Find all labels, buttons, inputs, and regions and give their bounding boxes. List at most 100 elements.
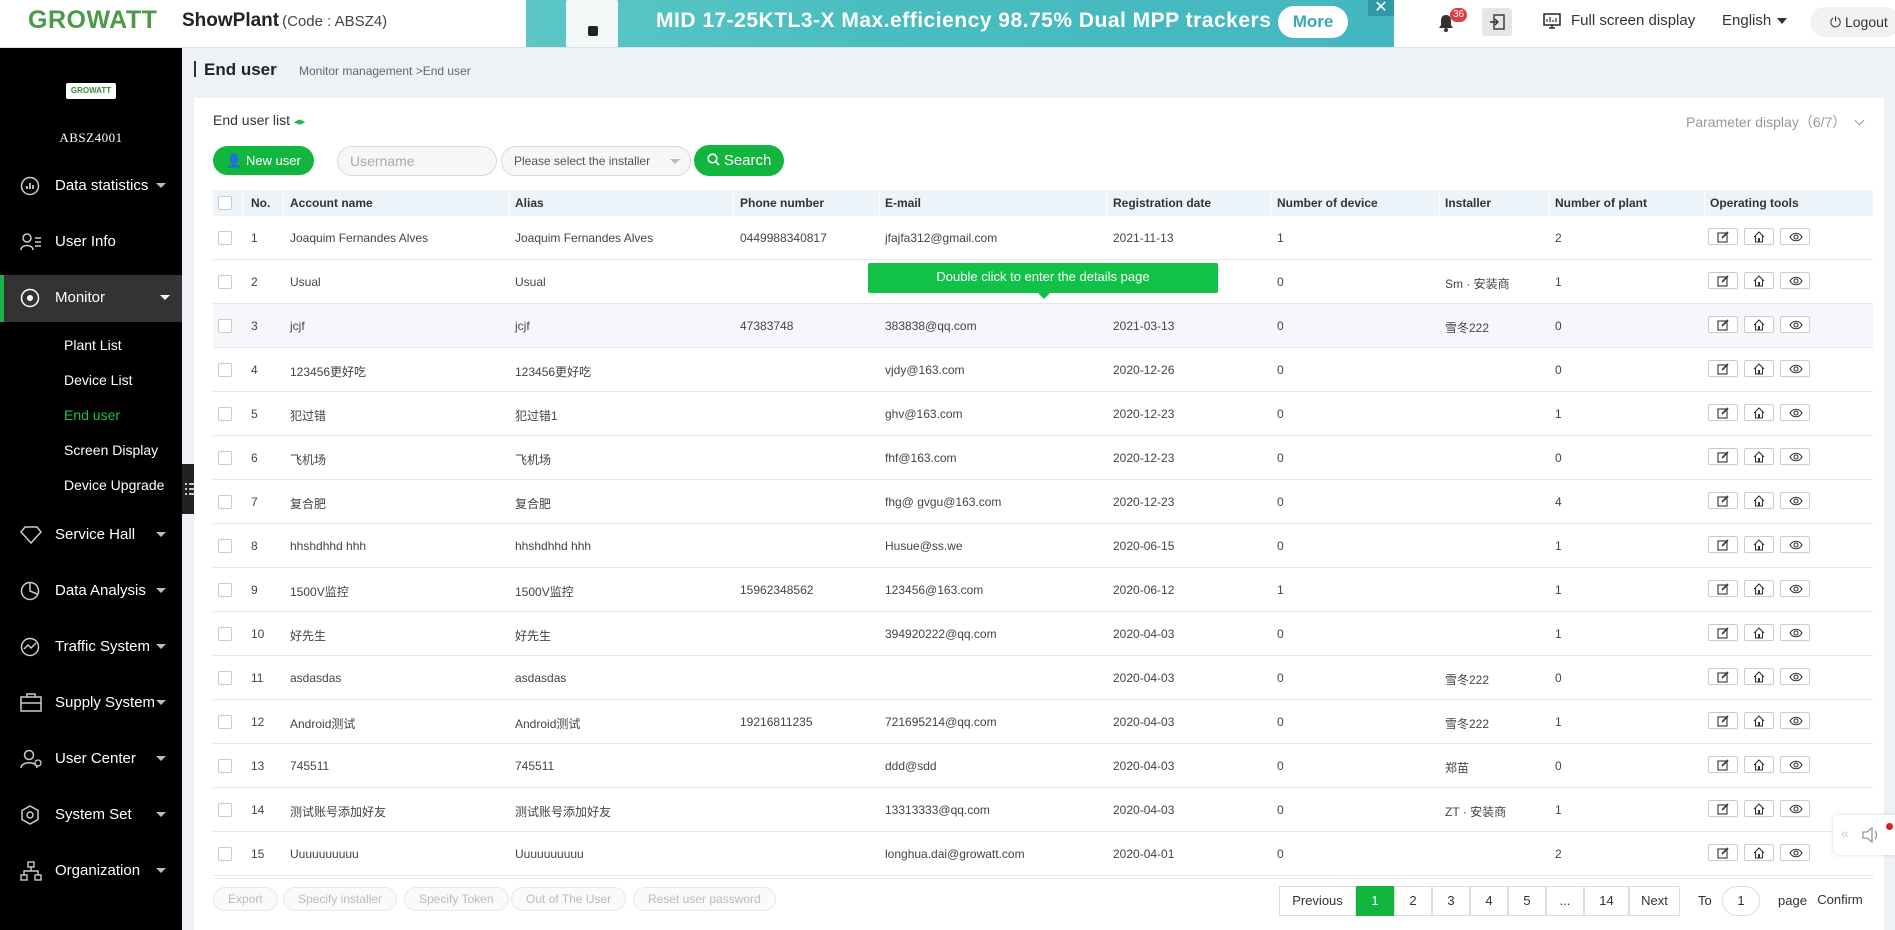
edit-button[interactable] — [1708, 800, 1738, 817]
table-row[interactable]: 6 飞机场 飞机场 fhf@163.com 2020-12-23 0 0 — [213, 436, 1873, 480]
view-button[interactable] — [1780, 712, 1810, 729]
search-button[interactable]: Search — [694, 145, 784, 176]
sidebar-item-user-center[interactable]: User Center — [0, 736, 182, 782]
table-row[interactable]: 4 123456更好吃 123456更好吃 vjdy@163.com 2020-… — [213, 348, 1873, 392]
sidebar-item-data-statistics[interactable]: Data statistics — [0, 163, 182, 209]
view-button[interactable] — [1780, 668, 1810, 685]
exit-button[interactable] — [1482, 8, 1512, 36]
language-select[interactable]: English — [1722, 12, 1788, 29]
row-checkbox[interactable] — [218, 583, 232, 597]
specify-token-button[interactable]: Specify Token — [404, 887, 509, 911]
page-14-button[interactable]: 14 — [1584, 886, 1629, 916]
select-all-checkbox[interactable] — [218, 196, 232, 210]
view-button[interactable] — [1780, 844, 1810, 861]
view-button[interactable] — [1780, 492, 1810, 509]
plant-button[interactable] — [1744, 536, 1774, 553]
edit-button[interactable] — [1708, 712, 1738, 729]
edit-button[interactable] — [1708, 360, 1738, 377]
edit-button[interactable] — [1708, 756, 1738, 773]
row-checkbox[interactable] — [218, 671, 232, 685]
reset-password-button[interactable]: Reset user password — [633, 887, 776, 911]
edit-button[interactable] — [1708, 404, 1738, 421]
plant-button[interactable] — [1744, 360, 1774, 377]
sidebar-item-system-set[interactable]: System Set — [0, 792, 182, 838]
table-row[interactable]: 9 1500V监控 1500V监控 15962348562 123456@163… — [213, 568, 1873, 612]
table-row[interactable]: 12 Android测试 Android测试 19216811235 72169… — [213, 700, 1873, 744]
edit-button[interactable] — [1708, 624, 1738, 641]
table-row[interactable]: 5 犯过错 犯过错1 ghv@163.com 2020-12-23 0 1 — [213, 392, 1873, 436]
view-button[interactable] — [1780, 536, 1810, 553]
view-button[interactable] — [1780, 316, 1810, 333]
table-row[interactable]: 14 测试账号添加好友 测试账号添加好友 13313333@qq.com 202… — [213, 788, 1873, 832]
submenu-plant-list[interactable]: Plant List — [64, 337, 122, 353]
edit-button[interactable] — [1708, 228, 1738, 245]
view-button[interactable] — [1780, 404, 1810, 421]
edit-button[interactable] — [1708, 492, 1738, 509]
edit-button[interactable] — [1708, 448, 1738, 465]
row-checkbox[interactable] — [218, 407, 232, 421]
plant-button[interactable] — [1744, 800, 1774, 817]
specify-installer-button[interactable]: Specify installer — [283, 887, 398, 911]
parameter-display-toggle[interactable]: Parameter display（6/7） — [1686, 112, 1865, 132]
plant-button[interactable] — [1744, 272, 1774, 289]
row-checkbox[interactable] — [218, 847, 232, 861]
edit-button[interactable] — [1708, 272, 1738, 289]
previous-page-button[interactable]: Previous — [1279, 886, 1356, 916]
plant-button[interactable] — [1744, 448, 1774, 465]
plant-button[interactable] — [1744, 844, 1774, 861]
edit-button[interactable] — [1708, 580, 1738, 597]
table-row[interactable]: 11 asdasdas asdasdas 2020-04-03 0 雪冬222 … — [213, 656, 1873, 700]
export-button[interactable]: Export — [213, 887, 278, 911]
edit-button[interactable] — [1708, 668, 1738, 685]
promo-banner[interactable]: MID 17-25KTL3-X Max.efficiency 98.75% Du… — [526, 0, 1394, 47]
page-1-button[interactable]: 1 — [1356, 886, 1394, 916]
view-button[interactable] — [1780, 624, 1810, 641]
edit-button[interactable] — [1708, 844, 1738, 861]
sidebar-item-service-hall[interactable]: Service Hall — [0, 512, 182, 558]
plant-button[interactable] — [1744, 756, 1774, 773]
username-search-input[interactable]: Username — [337, 146, 497, 176]
goto-page-input[interactable]: 1 — [1722, 886, 1760, 916]
sidebar-item-data-analysis[interactable]: Data Analysis — [0, 568, 182, 614]
edit-button[interactable] — [1708, 316, 1738, 333]
row-checkbox[interactable] — [218, 759, 232, 773]
table-row[interactable]: 1 Joaquim Fernandes Alves Joaquim Fernan… — [213, 216, 1873, 260]
plant-button[interactable] — [1744, 580, 1774, 597]
sidebar-item-traffic-system[interactable]: Traffic System — [0, 624, 182, 670]
row-checkbox[interactable] — [218, 715, 232, 729]
table-row[interactable]: 13 745511 745511 ddd@sdd 2020-04-03 0 郑苗… — [213, 744, 1873, 788]
view-button[interactable] — [1780, 272, 1810, 289]
sidebar-item-supply-system[interactable]: Supply System — [0, 680, 182, 726]
row-checkbox[interactable] — [218, 495, 232, 509]
page-2-button[interactable]: 2 — [1394, 886, 1432, 916]
view-button[interactable] — [1780, 580, 1810, 597]
page-3-button[interactable]: 3 — [1432, 886, 1470, 916]
confirm-button[interactable]: Confirm — [1810, 886, 1870, 916]
table-row[interactable]: 3 jcjf jcjf 47383748 383838@qq.com 2021-… — [213, 304, 1873, 348]
table-row[interactable]: 10 好先生 好先生 394920222@qq.com 2020-04-03 0… — [213, 612, 1873, 656]
view-button[interactable] — [1780, 228, 1810, 245]
page-4-button[interactable]: 4 — [1470, 886, 1508, 916]
submenu-device-upgrade[interactable]: Device Upgrade — [64, 477, 164, 493]
row-checkbox[interactable] — [218, 627, 232, 641]
submenu-end-user[interactable]: End user — [64, 407, 120, 423]
row-checkbox[interactable] — [218, 231, 232, 245]
next-page-button[interactable]: Next — [1629, 886, 1680, 916]
installer-select[interactable]: Please select the installer — [501, 146, 691, 176]
table-row[interactable]: 7 复合肥 复合肥 fhg@ gvgu@163.com 2020-12-23 0… — [213, 480, 1873, 524]
plant-button[interactable] — [1744, 316, 1774, 333]
plant-button[interactable] — [1744, 228, 1774, 245]
view-button[interactable] — [1780, 360, 1810, 377]
plant-button[interactable] — [1744, 492, 1774, 509]
plant-button[interactable] — [1744, 624, 1774, 641]
sidebar-item-monitor[interactable]: Monitor — [0, 275, 182, 322]
row-checkbox[interactable] — [218, 451, 232, 465]
plant-button[interactable] — [1744, 404, 1774, 421]
edit-button[interactable] — [1708, 536, 1738, 553]
new-user-button[interactable]: 👤 New user — [213, 146, 314, 175]
full-screen-button[interactable]: Full screen display — [1543, 12, 1695, 29]
out-of-the-user-button[interactable]: Out of The User — [511, 887, 627, 911]
table-row[interactable]: 8 hhshdhhd hhh hhshdhhd hhh Husue@ss.we … — [213, 524, 1873, 568]
page-5-button[interactable]: 5 — [1508, 886, 1546, 916]
notification-button[interactable]: 36 — [1436, 8, 1468, 38]
